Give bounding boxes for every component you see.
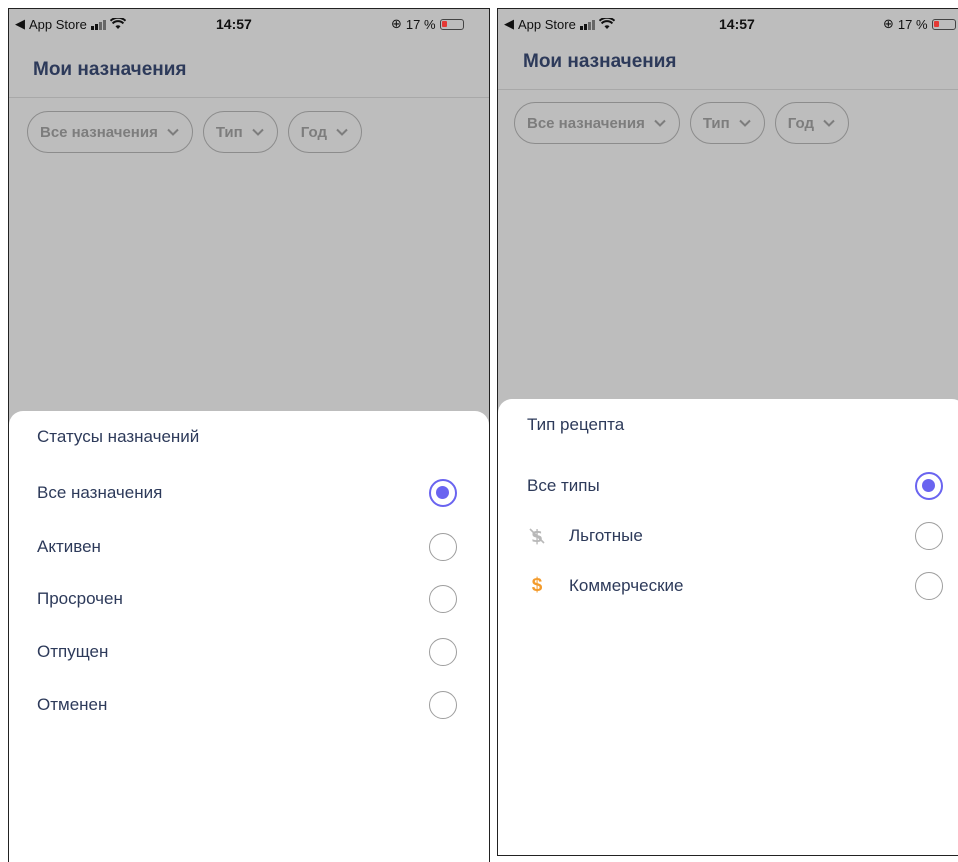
option-label: Коммерческие [569,576,684,595]
option-all[interactable]: Все назначения [9,473,489,513]
chip-label: Все назначения [527,114,645,132]
filter-chip-status[interactable]: Все назначения [27,111,193,153]
filter-chip-year[interactable]: Год [287,111,362,153]
back-arrow-icon: ◀ [15,16,25,31]
chip-label: Тип [702,114,730,132]
header-divider [9,97,489,98]
chevron-down-icon [252,128,264,136]
battery-icon [439,18,464,30]
dollar-icon: $ [531,575,543,596]
filter-chip-type[interactable]: Тип [202,111,278,153]
radio-button-selected[interactable] [915,472,943,500]
option-label: Все назначения [37,483,163,502]
option-commercial[interactable]: $ Коммерческие [498,566,958,606]
radio-button[interactable] [429,691,457,719]
chip-label: Год [300,123,327,141]
option-label: Просрочен [37,589,123,608]
option-label: Отпущен [37,642,109,661]
chevron-down-icon [739,119,751,127]
chip-label: Тип [215,123,243,141]
page-title: Мои назначения [33,59,187,80]
sheet-title: Статусы назначений [37,427,200,446]
chevron-down-icon [823,119,835,127]
filter-chip-type[interactable]: Тип [689,102,765,144]
wifi-icon [109,18,126,29]
status-bar: ◀ App Store 14:57 ⊕ 17 % [498,9,958,43]
option-label: Льготные [569,526,643,545]
page-title: Мои назначения [523,51,677,72]
chevron-down-icon [654,119,666,127]
clock: 14:57 [216,16,252,32]
back-to-app[interactable]: ◀ App Store [504,16,615,32]
option-all-types[interactable]: Все типы [498,466,958,506]
status-right: ⊕ 17 % [883,16,956,32]
option-active[interactable]: Активен [9,527,489,567]
option-label: Все типы [527,476,600,495]
option-label: Активен [37,537,101,556]
chip-label: Год [787,114,814,132]
clock: 14:57 [719,16,755,32]
filter-chip-status[interactable]: Все назначения [514,102,680,144]
battery-percent: 17 % [405,16,436,32]
chevron-down-icon [167,128,179,136]
chip-label: Все назначения [40,123,158,141]
header-divider [498,89,958,90]
sheet-title: Тип рецепта [527,415,625,434]
option-dispensed[interactable]: Отпущен [9,632,489,672]
option-expired[interactable]: Просрочен [9,579,489,619]
orientation-lock-icon: ⊕ [391,16,402,31]
back-app-label: App Store [29,16,87,32]
radio-button-selected[interactable] [429,479,457,507]
option-cancelled[interactable]: Отменен [9,685,489,725]
chevron-down-icon [336,128,348,136]
orientation-lock-icon: ⊕ [883,16,894,31]
option-label: Отменен [37,695,108,714]
cellular-signal-icon [579,19,595,30]
filter-chips: Все назначения Тип Год [514,102,849,144]
wifi-icon [598,18,615,29]
back-app-label: App Store [518,16,576,32]
left-screen: ◀ App Store 14:57 ⊕ 17 % Мои назначения … [8,8,490,862]
option-preferential[interactable]: $ Льготные [498,516,958,556]
type-bottom-sheet: Тип рецепта Все типы $ Льготные $ Коммер… [498,399,958,855]
radio-button[interactable] [915,522,943,550]
crossed-dollar-icon: $ [529,527,545,546]
status-right: ⊕ 17 % [391,16,464,32]
filter-chip-year[interactable]: Год [774,102,849,144]
right-screen: ◀ App Store 14:57 ⊕ 17 % Мои назначения … [497,8,958,856]
radio-button[interactable] [915,572,943,600]
radio-button[interactable] [429,533,457,561]
radio-button[interactable] [429,638,457,666]
status-bar: ◀ App Store 14:57 ⊕ 17 % [9,9,489,43]
radio-button[interactable] [429,585,457,613]
cellular-signal-icon [90,19,106,30]
back-arrow-icon: ◀ [504,16,514,31]
back-to-app[interactable]: ◀ App Store [15,16,126,32]
battery-icon [931,18,956,30]
status-bottom-sheet: Статусы назначений Все назначения Активе… [9,411,489,862]
battery-percent: 17 % [897,16,928,32]
filter-chips: Все назначения Тип Год [27,111,362,153]
